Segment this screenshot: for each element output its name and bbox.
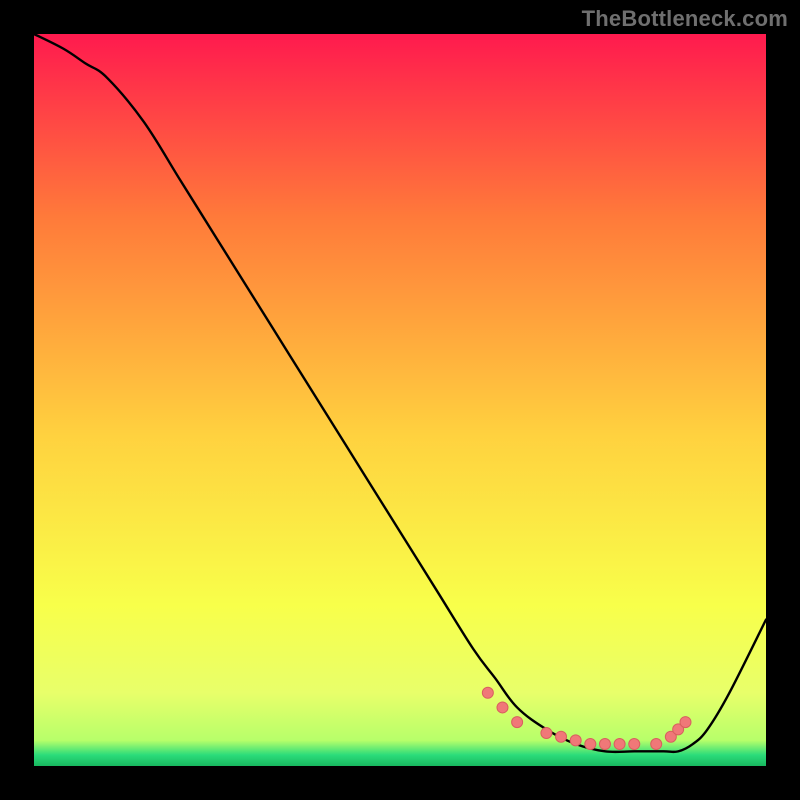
marker-dot	[512, 717, 523, 728]
chart-stage: TheBottleneck.com	[0, 0, 800, 800]
marker-dot	[497, 702, 508, 713]
marker-dot	[585, 739, 596, 750]
marker-dot	[680, 717, 691, 728]
marker-dot	[570, 735, 581, 746]
marker-dot	[651, 739, 662, 750]
plot-background	[34, 34, 766, 766]
marker-dot	[629, 739, 640, 750]
marker-dot	[614, 739, 625, 750]
bottleneck-chart	[0, 0, 800, 800]
marker-dot	[556, 731, 567, 742]
marker-dot	[541, 728, 552, 739]
marker-dot	[482, 687, 493, 698]
marker-dot	[599, 739, 610, 750]
watermark-text: TheBottleneck.com	[582, 6, 788, 32]
